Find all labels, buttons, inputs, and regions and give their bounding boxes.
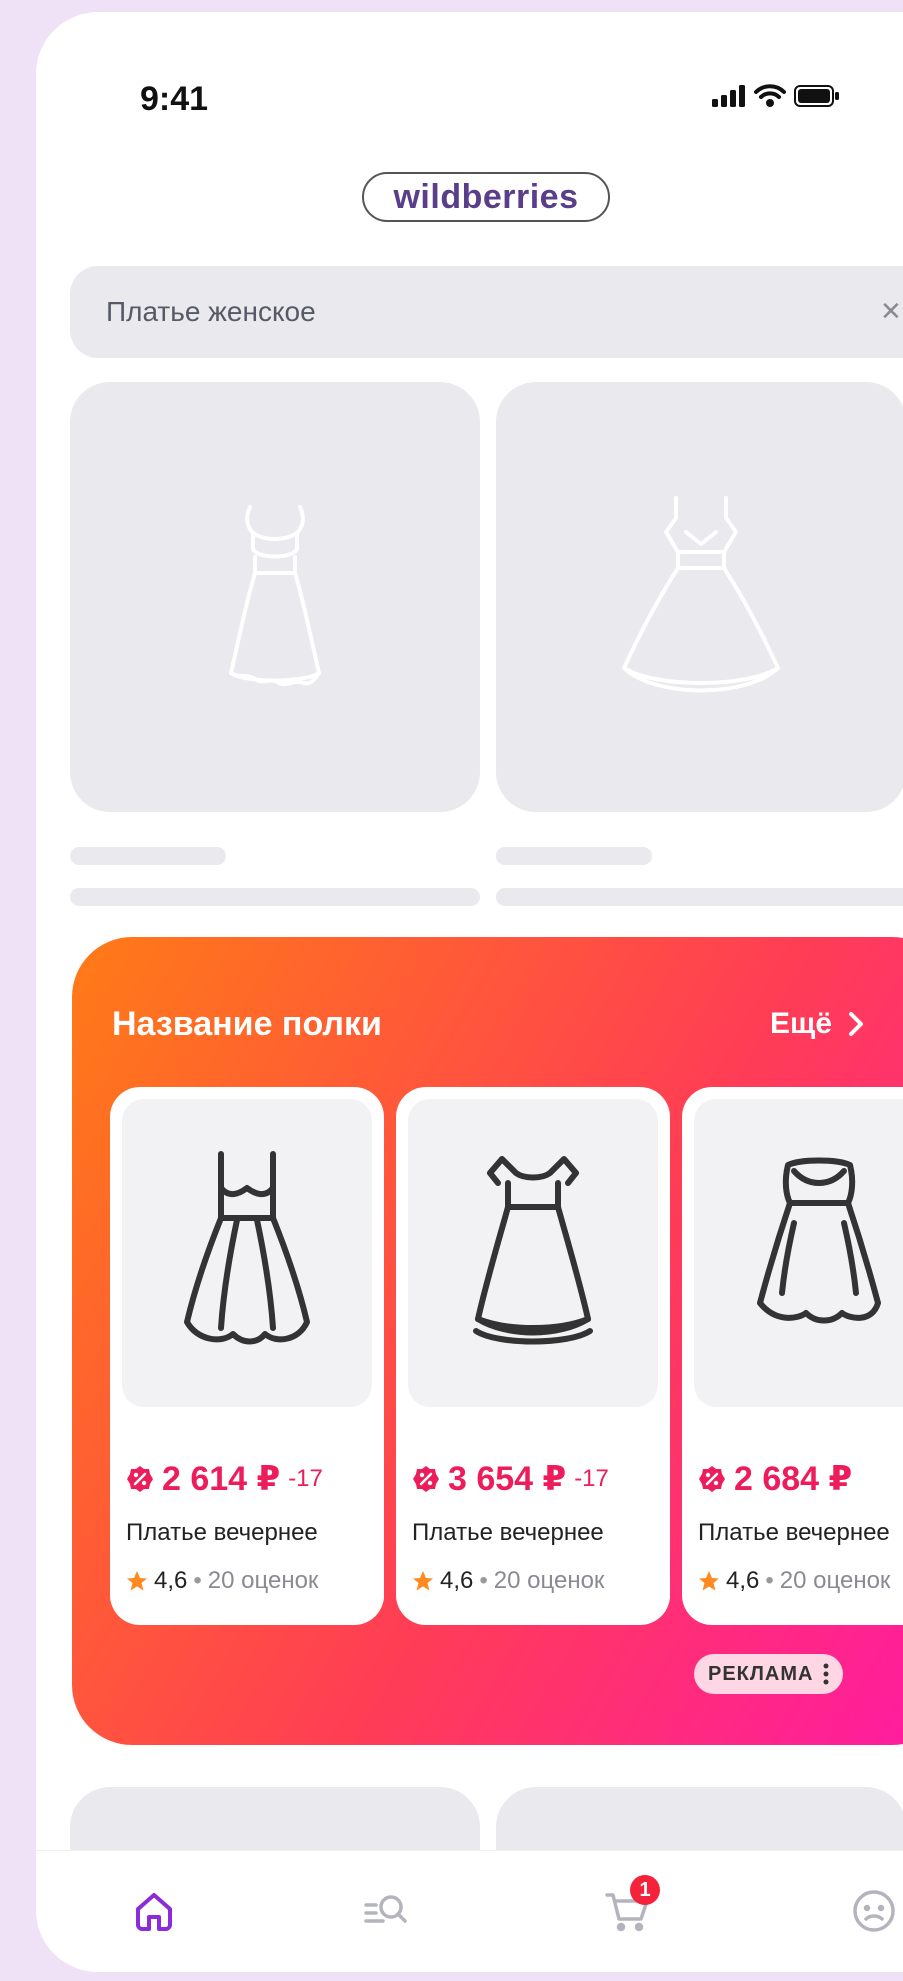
reviews-count: 20 оценок bbox=[207, 1567, 319, 1594]
more-vertical-icon bbox=[823, 1663, 829, 1685]
product-price: 2 684 ₽ bbox=[734, 1460, 853, 1498]
search-bar[interactable]: ✕ bbox=[70, 266, 903, 358]
product-name: Платье вечернее bbox=[412, 1519, 604, 1546]
ad-label: РЕКЛАМА bbox=[708, 1662, 814, 1685]
nav-catalog-search[interactable] bbox=[360, 1885, 412, 1937]
wifi-icon bbox=[754, 84, 786, 107]
discount-badge-icon bbox=[699, 1466, 725, 1492]
star-icon bbox=[127, 1571, 147, 1591]
profile-icon bbox=[853, 1890, 895, 1932]
product-discount: -17 bbox=[574, 1465, 609, 1492]
rating-row: 4,6 • 20 оценок bbox=[412, 1567, 604, 1595]
separator-dot: • bbox=[193, 1567, 202, 1594]
product-name: Платье вечернее bbox=[698, 1519, 890, 1546]
rating-row: 4,6 • 20 оценок bbox=[126, 1567, 318, 1595]
ad-badge[interactable]: РЕКЛАМА bbox=[694, 1654, 844, 1694]
separator-dot: • bbox=[765, 1567, 774, 1594]
bottom-navigation: 1 bbox=[36, 1850, 903, 1972]
shelf-more-label: Ещё bbox=[770, 1007, 833, 1040]
promo-shelf: Название полки Ещё 2 614 ₽ -17 Платье ве… bbox=[72, 937, 903, 1745]
dress-icon bbox=[229, 505, 321, 687]
discount-badge-icon bbox=[127, 1466, 153, 1492]
dress-icon bbox=[473, 1156, 593, 1345]
skeleton-line bbox=[496, 888, 903, 906]
product-placeholder-card[interactable] bbox=[496, 382, 903, 812]
signal-icon bbox=[712, 85, 745, 107]
status-icons bbox=[712, 84, 840, 108]
close-icon[interactable]: ✕ bbox=[880, 296, 902, 327]
product-card[interactable]: 2 684 ₽ Платье вечернее 4,6 • 20 оценок bbox=[682, 1087, 903, 1625]
price-row: 3 654 ₽ -17 bbox=[412, 1459, 609, 1499]
rating-row: 4,6 • 20 оценок bbox=[698, 1567, 890, 1595]
catalog-search-icon bbox=[364, 1895, 407, 1923]
nav-home[interactable] bbox=[128, 1885, 180, 1937]
skeleton-line bbox=[496, 847, 652, 865]
app-screen: 9:41 wildberries ✕ bbox=[36, 12, 903, 1972]
reviews-count: 20 оценок bbox=[779, 1567, 891, 1594]
nav-profile[interactable] bbox=[848, 1885, 900, 1937]
product-image[interactable] bbox=[122, 1099, 372, 1407]
home-icon bbox=[136, 1893, 172, 1931]
star-icon bbox=[699, 1571, 719, 1591]
product-placeholder-card[interactable] bbox=[70, 382, 480, 812]
cart-count-badge: 1 bbox=[630, 1875, 660, 1905]
product-discount: -17 bbox=[288, 1465, 323, 1492]
discount-badge-icon bbox=[413, 1466, 439, 1492]
product-image[interactable] bbox=[694, 1099, 903, 1407]
rating-value: 4,6 bbox=[726, 1567, 760, 1594]
dress-icon bbox=[622, 496, 780, 693]
search-input[interactable] bbox=[106, 266, 806, 358]
nav-cart[interactable]: 1 bbox=[602, 1875, 660, 1937]
separator-dot: • bbox=[479, 1567, 488, 1594]
chevron-right-icon bbox=[849, 1012, 864, 1036]
product-card[interactable]: 3 654 ₽ -17 Платье вечернее 4,6 • 20 оце… bbox=[396, 1087, 670, 1625]
status-time: 9:41 bbox=[140, 80, 209, 118]
price-row: 2 684 ₽ bbox=[698, 1459, 860, 1499]
product-image[interactable] bbox=[408, 1099, 658, 1407]
reviews-count: 20 оценок bbox=[493, 1567, 605, 1594]
star-icon bbox=[413, 1571, 433, 1591]
shelf-title: Название полки bbox=[112, 1005, 382, 1043]
product-card[interactable]: 2 614 ₽ -17 Платье вечернее 4,6 • 20 оце… bbox=[110, 1087, 384, 1625]
text-fade bbox=[344, 1447, 384, 1617]
product-price: 2 614 ₽ bbox=[162, 1460, 281, 1498]
rating-value: 4,6 bbox=[440, 1567, 474, 1594]
skeleton-line bbox=[70, 847, 226, 865]
skeleton-line bbox=[70, 888, 480, 906]
battery-icon bbox=[794, 85, 839, 107]
brand-logo: wildberries bbox=[362, 172, 610, 222]
shelf-more-link[interactable]: Ещё bbox=[770, 1007, 864, 1041]
dress-icon bbox=[757, 1157, 881, 1324]
product-price: 3 654 ₽ bbox=[448, 1460, 567, 1498]
rating-value: 4,6 bbox=[154, 1567, 188, 1594]
dress-icon bbox=[184, 1151, 310, 1345]
text-fade bbox=[630, 1447, 670, 1617]
price-row: 2 614 ₽ -17 bbox=[126, 1459, 323, 1499]
product-name: Платье вечернее bbox=[126, 1519, 318, 1546]
